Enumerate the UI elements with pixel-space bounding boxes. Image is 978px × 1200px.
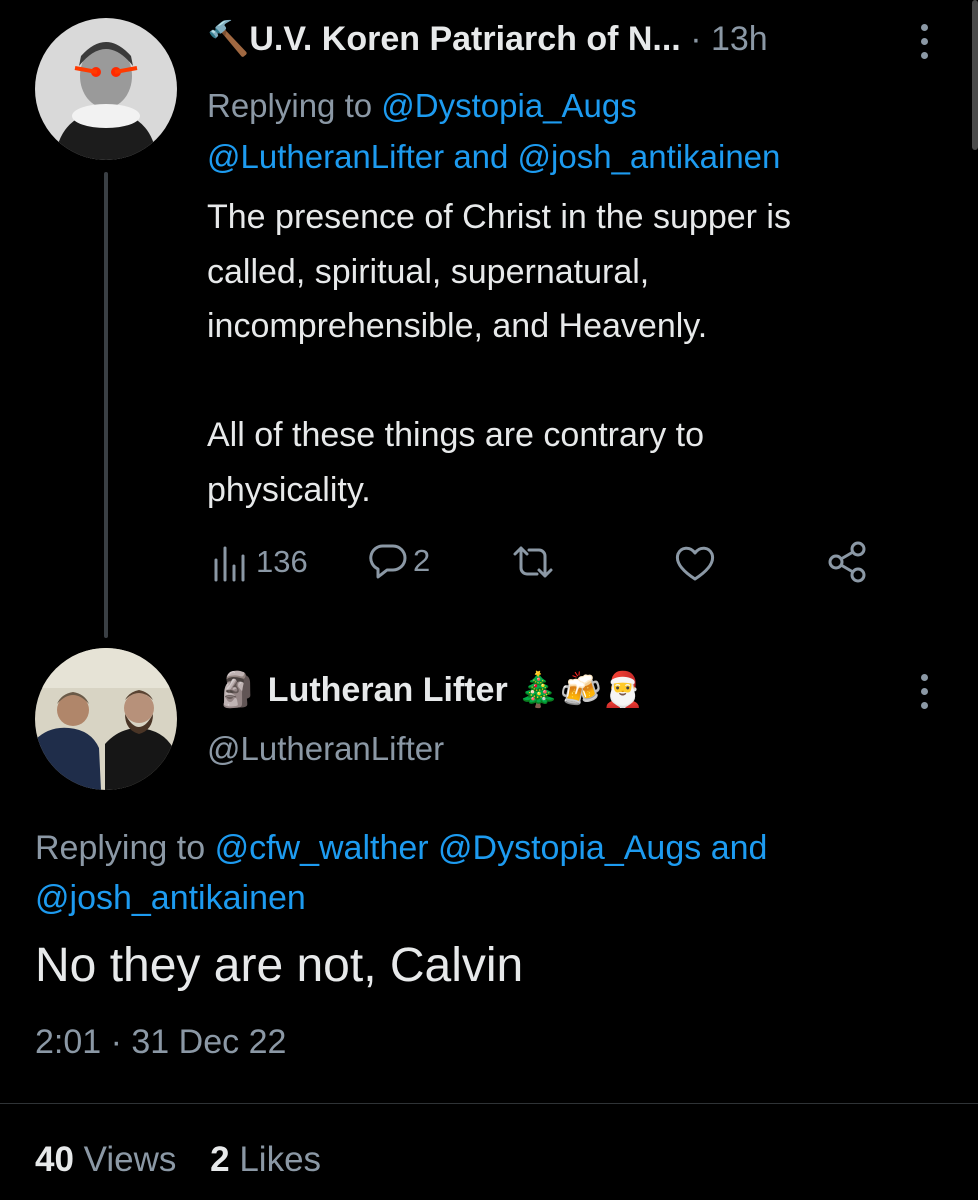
views-icon [214, 546, 245, 582]
scrollbar[interactable] [972, 0, 978, 150]
tweet-body-line: All of these things are contrary to [207, 416, 705, 454]
mention-dystopia-augs[interactable]: @Dystopia_Augs [438, 829, 701, 867]
views-stat-count: 40 [35, 1140, 74, 1179]
avatar-koren-image [35, 18, 177, 160]
avatar-lutheran-lifter[interactable] [35, 648, 177, 790]
author2-name: Lutheran Lifter [267, 671, 508, 709]
like-button[interactable] [674, 544, 716, 582]
tweet-body-line: called, spiritual, supernatural, [207, 252, 650, 291]
tweet-body: The presence of Christ in the supper is … [207, 190, 947, 517]
tweet-body-line: incomprehensible, and Heavenly. [207, 307, 708, 345]
tweet-body-line: physicality. [207, 470, 371, 509]
tweet-body-line: The presence of Christ in the supper is [207, 198, 791, 236]
likes-stat-label: Likes [239, 1140, 322, 1179]
thread-line [104, 172, 108, 638]
avatar-koren[interactable] [35, 18, 177, 160]
more-icon[interactable] [912, 674, 936, 709]
likes-stat[interactable]: 2 Likes [210, 1140, 321, 1179]
mention-josh-antikainen[interactable]: @josh_antikainen [518, 138, 781, 175]
views-button[interactable]: 136 [212, 542, 308, 582]
author-name: U.V. Koren Patriarch of N... [249, 20, 681, 58]
hammer-icon: 🔨 [207, 20, 250, 58]
views-count: 136 [256, 544, 308, 579]
views-stat-label: Views [83, 1140, 177, 1179]
more-icon[interactable] [912, 24, 936, 59]
retweet-button[interactable] [511, 544, 555, 580]
share-button[interactable] [826, 540, 870, 584]
tweet-time: · 13h [690, 20, 768, 58]
reply-and: and [710, 829, 768, 867]
tweet-body-line [207, 354, 947, 409]
tweet2-timestamp[interactable]: 2:01 · 31 Dec 22 [35, 1023, 286, 1062]
author2-handle[interactable]: @LutheranLifter [207, 730, 444, 768]
tweet2-body: No they are not, Calvin [35, 939, 524, 992]
holiday-emoji-icons: 🎄🍻🎅 [517, 671, 645, 709]
share-icon [828, 541, 866, 583]
replying-to-label: Replying to [207, 87, 373, 124]
moai-icon: 🗿 [216, 671, 259, 709]
engagement-stats: 40 Views 2 Likes [35, 1140, 321, 1180]
mention-cfw-walther[interactable]: @cfw_walther [215, 829, 429, 867]
reply-and: and [453, 138, 509, 175]
divider [0, 1103, 978, 1104]
reply-button[interactable]: 2 [369, 542, 430, 580]
views-stat[interactable]: 40 Views [35, 1140, 176, 1179]
mention-lutheranlifter[interactable]: @LutheranLifter [207, 138, 444, 175]
reply-context-2: Replying to @cfw_walther @Dystopia_Augs … [35, 823, 945, 923]
reply-icon [369, 544, 407, 579]
replying-to-label: Replying to [35, 829, 206, 867]
retweet-icon [513, 546, 553, 578]
author-name-row[interactable]: 🔨U.V. Koren Patriarch of N... · 13h [207, 19, 768, 59]
reply-count: 2 [413, 543, 431, 578]
author2-name-row[interactable]: 🗿 Lutheran Lifter 🎄🍻🎅 [216, 670, 644, 710]
like-icon [675, 546, 715, 581]
likes-stat-count: 2 [210, 1140, 230, 1179]
avatar-lutheran-lifter-image [35, 648, 177, 790]
mention-josh-antikainen[interactable]: @josh_antikainen [35, 879, 306, 917]
reply-context: Replying to @Dystopia_Augs @LutheranLift… [207, 80, 947, 182]
mention-dystopia-augs[interactable]: @Dystopia_Augs [381, 87, 636, 124]
